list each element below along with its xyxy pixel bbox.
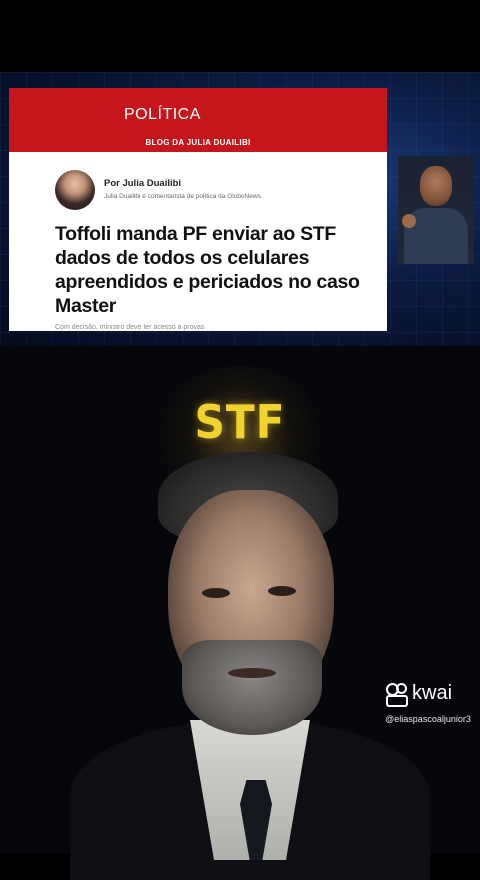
blog-name: BLOG DA JULIA DUAILIBI <box>145 138 251 147</box>
section-title: POLÍTICA <box>124 106 201 123</box>
kwai-brand-text: kwai <box>412 682 453 704</box>
author-avatar <box>55 170 95 210</box>
presenter-head <box>420 166 452 206</box>
creator-handle: @eliaspascoaljunior3 <box>385 714 471 724</box>
news-article-card: POLÍTICA BLOG DA JULIA DUAILIBI Por Juli… <box>9 88 387 331</box>
kwai-logo-icon <box>386 682 408 707</box>
presenter-video-inset <box>398 156 474 264</box>
presenter-hand <box>402 214 416 228</box>
article-subline: Com decisão, ministro deve ter acesso a … <box>55 324 205 331</box>
portrait-beard <box>182 640 322 735</box>
portrait-mouth <box>228 668 276 678</box>
portrait-right-eye <box>268 586 296 596</box>
kwai-watermark: kwai <box>386 682 453 707</box>
top-black-bar <box>0 0 480 72</box>
portrait-left-eye <box>202 588 230 598</box>
author-description: Julia Duailibi é comentarista de polític… <box>104 193 263 200</box>
article-headline: Toffoli manda PF enviar ao STF dados de … <box>55 223 360 317</box>
stf-title: STF <box>194 395 286 449</box>
author-byline: Por Julia Duailibi <box>104 178 182 189</box>
